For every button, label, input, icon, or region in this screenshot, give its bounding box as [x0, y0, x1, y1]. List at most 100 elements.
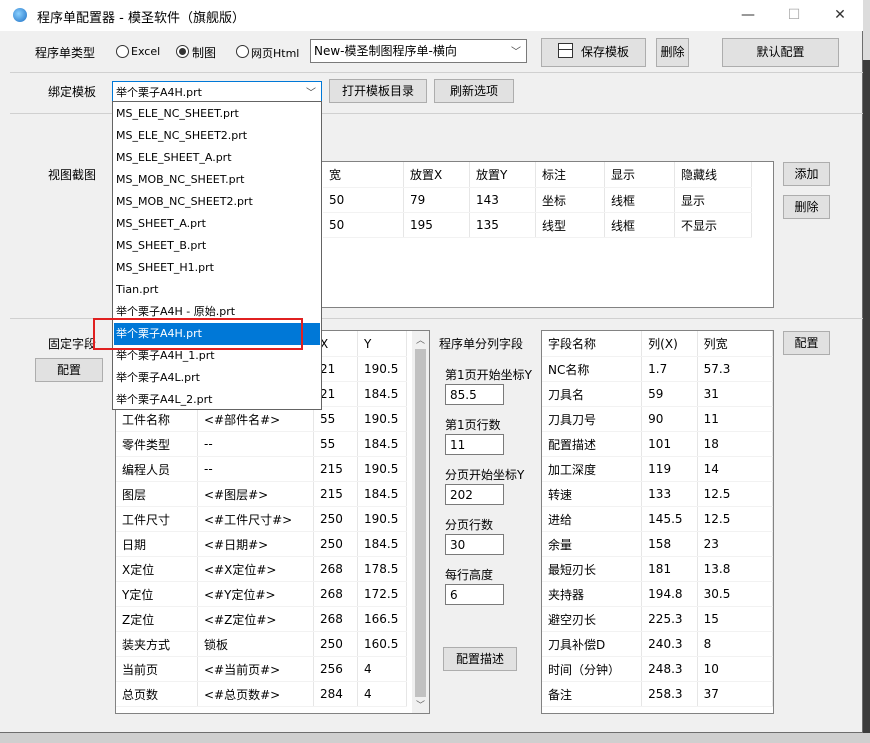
- delete-view-button[interactable]: 删除: [783, 195, 830, 219]
- table-row[interactable]: X定位 <#X定位#> 268 178.5: [116, 556, 407, 582]
- config-right-button[interactable]: 配置: [783, 331, 830, 355]
- radio-excel[interactable]: [116, 45, 129, 58]
- table-row[interactable]: 刀具刀号 90 11: [542, 406, 773, 432]
- cell: Y定位: [116, 581, 198, 607]
- column-fields-grid: 字段名称 列(X) 列宽 NC名称 1.7 57.3 刀具名 59 31 刀具刀号 90 11 配…: [542, 331, 773, 707]
- cell: 当前页: [116, 656, 198, 682]
- table-row[interactable]: 最短刃长 181 13.8: [542, 556, 773, 582]
- col-header: 放置X: [403, 162, 470, 188]
- radio-html[interactable]: [236, 45, 249, 58]
- save-icon: [557, 43, 573, 58]
- radio-html-label[interactable]: 网页Html: [251, 45, 299, 61]
- cell: Z定位: [116, 606, 198, 632]
- view-capture-label: 视图截图: [48, 168, 97, 182]
- cell: <#总页数#>: [197, 681, 314, 707]
- paging-field-input[interactable]: 6: [445, 584, 504, 605]
- col-header: 标注: [535, 162, 605, 188]
- cell: 256: [313, 656, 358, 682]
- cell: 转速: [542, 481, 643, 507]
- default-config-button[interactable]: 默认配置: [722, 38, 839, 67]
- table-row[interactable]: 日期 <#日期#> 250 184.5: [116, 531, 407, 557]
- cell: 坐标: [535, 187, 605, 213]
- cell: 225.3: [641, 606, 698, 632]
- paging-field-input[interactable]: 85.5: [445, 384, 504, 405]
- template-type-combo[interactable]: New-模圣制图程序单-横向 ﹀: [310, 39, 527, 63]
- bind-template-combo[interactable]: 举个栗子A4H.prt ﹀: [112, 81, 322, 102]
- scroll-up-icon[interactable]: ︿: [416, 333, 425, 346]
- table-row[interactable]: 50 79 143 坐标 线框 显示: [323, 187, 752, 213]
- cell: 装夹方式: [116, 631, 198, 657]
- table-row[interactable]: 避空刃长 225.3 15: [542, 606, 773, 632]
- paging-field-input[interactable]: 11: [445, 434, 504, 455]
- table-row[interactable]: 刀具名 59 31: [542, 381, 773, 407]
- cell: X定位: [116, 556, 198, 582]
- delete-template-button[interactable]: 删除: [656, 38, 689, 67]
- table-row[interactable]: 零件类型 -- 55 184.5: [116, 431, 407, 457]
- table-row[interactable]: 50 195 135 线型 线框 不显示: [323, 212, 752, 238]
- dropdown-item[interactable]: 举个栗子A4L_2.prt: [114, 389, 320, 411]
- table-row[interactable]: 配置描述 101 18: [542, 431, 773, 457]
- cell: 184.5: [357, 481, 407, 507]
- chevron-down-icon: ﹀: [306, 88, 316, 99]
- dropdown-item[interactable]: MS_MOB_NC_SHEET2.prt: [114, 191, 320, 213]
- cell: <#图层#>: [197, 481, 314, 507]
- bind-template-dropdown[interactable]: MS_ELE_NC_SHEET.prt MS_ELE_NC_SHEET2.prt M…: [112, 101, 322, 410]
- save-template-button[interactable]: 保存模板: [541, 38, 646, 67]
- radio-drawing[interactable]: [176, 45, 189, 58]
- table-row[interactable]: 总页数 <#总页数#> 284 4: [116, 681, 407, 707]
- table-row[interactable]: 当前页 <#当前页#> 256 4: [116, 656, 407, 682]
- title-bar[interactable]: 程序单配置器 - 模圣软件（旗舰版） — ☐ ✕: [0, 0, 863, 31]
- chevron-down-icon: ﹀: [511, 47, 521, 58]
- radio-drawing-label[interactable]: 制图: [192, 44, 216, 61]
- dropdown-item[interactable]: MS_ELE_NC_SHEET.prt: [114, 103, 320, 125]
- add-view-button[interactable]: 添加: [783, 162, 830, 186]
- maximize-button[interactable]: ☐: [771, 0, 817, 31]
- cell: 215: [313, 481, 358, 507]
- column-fields-table[interactable]: 字段名称 列(X) 列宽 NC名称 1.7 57.3 刀具名 59 31 刀具刀号 90 11 配…: [541, 330, 774, 714]
- table-row[interactable]: 夹持器 194.8 30.5: [542, 581, 773, 607]
- table-row[interactable]: 转速 133 12.5: [542, 481, 773, 507]
- minimize-button[interactable]: —: [725, 0, 771, 31]
- refresh-options-button[interactable]: 刷新选项: [434, 79, 514, 103]
- cell: --: [197, 456, 314, 482]
- table-row[interactable]: Z定位 <#Z定位#> 268 166.5: [116, 606, 407, 632]
- paging-field-input[interactable]: 202: [445, 484, 504, 505]
- cell: 11: [697, 406, 773, 432]
- table-row[interactable]: 备注 258.3 37: [542, 681, 773, 707]
- fixed-fields-scrollbar[interactable]: ︿ ﹀: [412, 331, 429, 713]
- open-template-dir-button[interactable]: 打开模板目录: [329, 79, 427, 103]
- cell: <#工件尺寸#>: [197, 506, 314, 532]
- cell: 184.5: [357, 431, 407, 457]
- scroll-down-icon[interactable]: ﹀: [416, 698, 425, 711]
- close-button[interactable]: ✕: [817, 0, 863, 31]
- cell: 143: [469, 187, 536, 213]
- dropdown-item[interactable]: MS_MOB_NC_SHEET.prt: [114, 169, 320, 191]
- radio-excel-label[interactable]: Excel: [131, 45, 160, 58]
- dropdown-item[interactable]: Tian.prt: [114, 279, 320, 301]
- dropdown-item[interactable]: MS_SHEET_B.prt: [114, 235, 320, 257]
- dropdown-item[interactable]: MS_ELE_SHEET_A.prt: [114, 147, 320, 169]
- table-row[interactable]: NC名称 1.7 57.3: [542, 356, 773, 382]
- table-row[interactable]: 加工深度 119 14: [542, 456, 773, 482]
- dropdown-item[interactable]: 举个栗子A4L.prt: [114, 367, 320, 389]
- cell: <#Y定位#>: [197, 581, 314, 607]
- table-row[interactable]: 时间（分钟） 248.3 10: [542, 656, 773, 682]
- table-row[interactable]: 余量 158 23: [542, 531, 773, 557]
- cell: 250: [313, 631, 358, 657]
- table-row[interactable]: 刀具补偿D 240.3 8: [542, 631, 773, 657]
- table-row[interactable]: 进给 145.5 12.5: [542, 506, 773, 532]
- paging-field-input[interactable]: 30: [445, 534, 504, 555]
- dropdown-item[interactable]: MS_SHEET_H1.prt: [114, 257, 320, 279]
- dropdown-item[interactable]: MS_SHEET_A.prt: [114, 213, 320, 235]
- scrollbar-thumb[interactable]: [415, 349, 426, 697]
- table-row[interactable]: Y定位 <#Y定位#> 268 172.5: [116, 581, 407, 607]
- config-left-button[interactable]: 配置: [35, 358, 103, 382]
- config-desc-button[interactable]: 配置描述: [443, 647, 517, 671]
- table-row[interactable]: 编程人员 -- 215 190.5: [116, 456, 407, 482]
- cell: 119: [641, 456, 698, 482]
- table-row[interactable]: 图层 <#图层#> 215 184.5: [116, 481, 407, 507]
- table-row[interactable]: 装夹方式 锁板 250 160.5: [116, 631, 407, 657]
- cell: 12.5: [697, 506, 773, 532]
- dropdown-item[interactable]: MS_ELE_NC_SHEET2.prt: [114, 125, 320, 147]
- table-row[interactable]: 工件尺寸 <#工件尺寸#> 250 190.5: [116, 506, 407, 532]
